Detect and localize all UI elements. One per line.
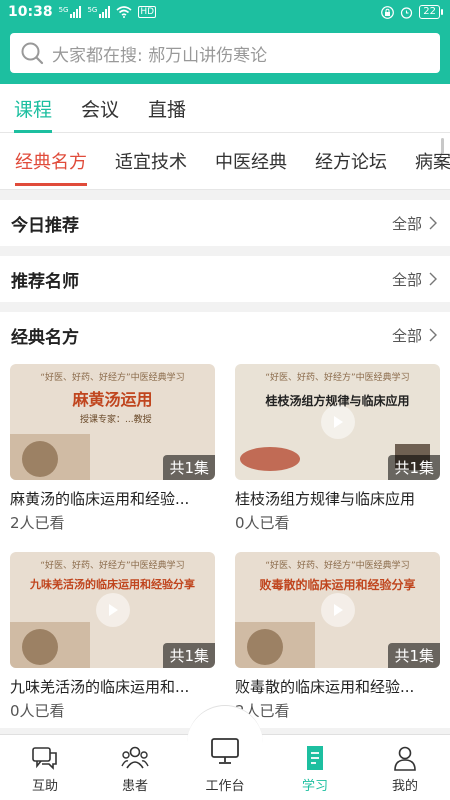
thumbnail-title: 麻黄汤运用 bbox=[72, 390, 153, 409]
episode-badge: 共1集 bbox=[388, 455, 440, 480]
nav-item-study[interactable]: 学习 bbox=[280, 744, 350, 794]
patients-icon bbox=[121, 746, 149, 769]
search-placeholder: 大家都在搜: 郝万山讲伤寒论 bbox=[52, 45, 268, 66]
course-card[interactable]: “好医、好药、好经方”中医经典学习 败毒散的临床运用和经验分享 共1集 败毒散的… bbox=[235, 552, 440, 728]
lock-icon bbox=[381, 5, 395, 19]
course-title[interactable]: 败毒散的临床运用和经验... bbox=[235, 676, 440, 697]
course-thumbnail[interactable]: “好医、好药、好经方”中医经典学习 九味羌活汤的临床运用和经验分享 共1集 bbox=[10, 552, 215, 668]
course-title[interactable]: 九味羌活汤的临床运用和... bbox=[10, 676, 215, 697]
tab-classic-formulas[interactable]: 经典名方 bbox=[15, 148, 87, 186]
episode-badge: 共1集 bbox=[163, 455, 215, 480]
section-title: 经典名方 bbox=[11, 327, 79, 348]
app-root: 10:38 5G 5G HD 22 大家都在搜: 郝万山讲伤寒论 课程 会议 直… bbox=[0, 0, 450, 800]
play-icon[interactable] bbox=[320, 593, 355, 627]
nav-item-patients[interactable]: 患者 bbox=[100, 744, 170, 794]
chevron-right-icon bbox=[429, 272, 437, 286]
tab-tcm-classics[interactable]: 中医经典 bbox=[215, 148, 287, 174]
monitor-icon bbox=[211, 738, 239, 764]
nav-label: 我的 bbox=[391, 779, 418, 794]
episode-badge: 共1集 bbox=[388, 643, 440, 668]
search-icon bbox=[21, 42, 44, 65]
tabs-scrollbar bbox=[441, 138, 444, 154]
search-bar[interactable]: 大家都在搜: 郝万山讲伤寒论 bbox=[10, 33, 440, 73]
tab-live[interactable]: 直播 bbox=[148, 95, 186, 132]
course-title[interactable]: 麻黄汤的临床运用和经验... bbox=[10, 488, 215, 509]
course-views: 2人已看 bbox=[10, 514, 65, 532]
course-views: 0人已看 bbox=[10, 702, 65, 720]
nav-label: 互助 bbox=[31, 779, 58, 794]
section-today-recommend[interactable]: 今日推荐 全部 bbox=[0, 200, 450, 246]
chevron-right-icon bbox=[429, 216, 437, 230]
course-card[interactable]: “好医、好药、好经方”中医经典学习 九味羌活汤的临床运用和经验分享 共1集 九味… bbox=[10, 552, 215, 728]
thumbnail-header: “好医、好药、好经方”中医经典学习 bbox=[265, 373, 410, 383]
signal-label: 5G bbox=[87, 6, 98, 14]
hd-badge: HD bbox=[138, 6, 157, 18]
bottom-nav: 互助 患者 工作台 学习 我的 bbox=[0, 705, 450, 800]
signal-icon: 5G bbox=[59, 6, 82, 18]
primary-tabs: 课程 会议 直播 bbox=[0, 84, 450, 133]
signal-label: 5G bbox=[58, 6, 69, 14]
tab-cases[interactable]: 病案 bbox=[415, 148, 450, 174]
status-time: 10:38 bbox=[8, 4, 53, 20]
divider bbox=[0, 189, 450, 190]
view-all-link[interactable]: 全部 bbox=[392, 213, 438, 234]
thumbnail-subtitle: 授课专家：...教授 bbox=[80, 415, 152, 425]
status-left: 10:38 5G 5G HD bbox=[8, 4, 157, 20]
user-icon bbox=[394, 746, 416, 771]
secondary-tabs: 经典名方 适宜技术 中医经典 经方论坛 病案 bbox=[0, 133, 450, 189]
alarm-icon bbox=[401, 6, 413, 19]
thumbnail-title: 败毒散的临床运用和经验分享 bbox=[259, 578, 416, 592]
nav-label: 工作台 bbox=[205, 779, 245, 794]
course-title[interactable]: 桂枝汤组方规律与临床应用 bbox=[235, 488, 440, 509]
thumbnail-header: “好医、好药、好经方”中医经典学习 bbox=[265, 561, 410, 571]
thumbnail-title: 九味羌活汤的临床运用和经验分享 bbox=[30, 578, 195, 591]
section-title: 今日推荐 bbox=[11, 215, 79, 236]
view-all-link[interactable]: 全部 bbox=[392, 269, 438, 290]
episode-badge: 共1集 bbox=[163, 643, 215, 668]
view-all-link[interactable]: 全部 bbox=[392, 325, 438, 346]
tab-meetings[interactable]: 会议 bbox=[81, 95, 119, 132]
thumbnail-header: “好医、好药、好经方”中医经典学习 bbox=[40, 561, 185, 571]
section-title: 推荐名师 bbox=[11, 271, 79, 292]
wifi-icon bbox=[116, 6, 132, 18]
chat-icon bbox=[32, 747, 57, 770]
view-all-label: 全部 bbox=[391, 214, 422, 233]
play-icon[interactable] bbox=[320, 405, 355, 439]
battery-icon: 22 bbox=[419, 5, 443, 19]
tab-courses[interactable]: 课程 bbox=[14, 95, 53, 133]
nav-label: 患者 bbox=[121, 779, 148, 794]
book-icon bbox=[307, 746, 323, 770]
view-all-label: 全部 bbox=[391, 270, 422, 289]
nav-label: 学习 bbox=[301, 779, 328, 794]
play-icon[interactable] bbox=[95, 593, 130, 627]
nav-item-mine[interactable]: 我的 bbox=[370, 744, 440, 794]
nav-item-workbench[interactable]: 工作台 bbox=[187, 705, 263, 794]
section-recommend-teachers[interactable]: 推荐名师 全部 bbox=[0, 256, 450, 302]
course-card[interactable]: “好医、好药、好经方”中医经典学习 麻黄汤运用 授课专家：...教授 共1集 麻… bbox=[10, 364, 215, 540]
course-card[interactable]: “好医、好药、好经方”中医经典学习 桂枝汤组方规律与临床应用 共1集 桂枝汤组方… bbox=[235, 364, 440, 540]
course-views: 0人已看 bbox=[235, 514, 290, 532]
course-views: 2人已看 bbox=[235, 702, 290, 720]
status-bar: 10:38 5G 5G HD 22 bbox=[0, 0, 450, 24]
course-grid: “好医、好药、好经方”中医经典学习 麻黄汤运用 授课专家：...教授 共1集 麻… bbox=[0, 358, 450, 728]
nav-item-mutual-help[interactable]: 互助 bbox=[10, 744, 80, 794]
course-thumbnail[interactable]: “好医、好药、好经方”中医经典学习 麻黄汤运用 授课专家：...教授 共1集 bbox=[10, 364, 215, 480]
section-classic-formulas[interactable]: 经典名方 全部 bbox=[0, 312, 450, 358]
status-right: 22 bbox=[381, 5, 443, 19]
thumbnail-header: “好医、好药、好经方”中医经典学习 bbox=[40, 373, 185, 383]
battery-level: 22 bbox=[423, 6, 436, 17]
view-all-label: 全部 bbox=[391, 326, 422, 345]
signal-icon: 5G bbox=[87, 6, 111, 18]
course-thumbnail[interactable]: “好医、好药、好经方”中医经典学习 桂枝汤组方规律与临床应用 共1集 bbox=[235, 364, 440, 480]
tab-formula-forum[interactable]: 经方论坛 bbox=[315, 148, 387, 174]
header: 10:38 5G 5G HD 22 大家都在搜: 郝万山讲伤寒论 bbox=[0, 0, 450, 84]
tab-appropriate-tech[interactable]: 适宜技术 bbox=[115, 148, 187, 174]
chevron-right-icon bbox=[429, 328, 437, 342]
course-thumbnail[interactable]: “好医、好药、好经方”中医经典学习 败毒散的临床运用和经验分享 共1集 bbox=[235, 552, 440, 668]
